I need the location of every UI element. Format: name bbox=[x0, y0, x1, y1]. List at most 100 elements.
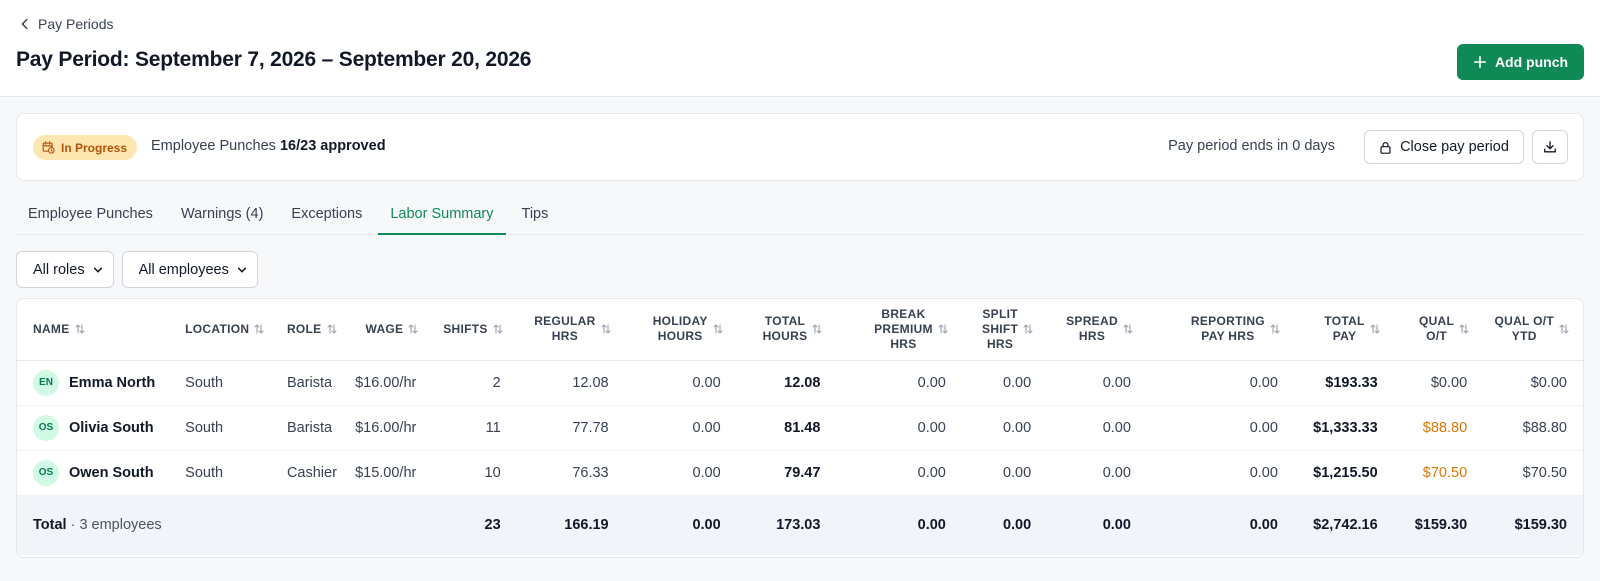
sort-icon[interactable] bbox=[713, 323, 723, 335]
sort-icon[interactable] bbox=[1123, 323, 1133, 335]
sort-icon[interactable] bbox=[812, 323, 822, 335]
column-header-break-premium-hrs[interactable]: Break Premium Hrs bbox=[836, 299, 962, 361]
back-link[interactable]: Pay Periods bbox=[18, 16, 113, 32]
chevron-down-icon bbox=[237, 267, 246, 272]
column-header-label: Regular Hrs bbox=[534, 314, 595, 344]
chevron-left-icon bbox=[21, 18, 28, 30]
total-pay-cell: $1,215.50 bbox=[1293, 450, 1394, 496]
sort-icon[interactable] bbox=[408, 323, 418, 335]
sort-icon[interactable] bbox=[74, 323, 85, 335]
sort-icon[interactable] bbox=[1270, 323, 1280, 335]
column-header-line: Hours bbox=[657, 329, 703, 344]
totals-shifts: 23 bbox=[432, 494, 517, 555]
column-header-regular-hrs[interactable]: Regular Hrs bbox=[516, 299, 625, 361]
sort-icon[interactable] bbox=[254, 323, 264, 335]
employee-name[interactable]: Emma North bbox=[69, 375, 155, 391]
pay-period-status-card: In Progress Employee Punches 16/23 appro… bbox=[16, 113, 1584, 181]
column-header-location[interactable]: Location bbox=[169, 299, 271, 361]
add-punch-button[interactable]: Add punch bbox=[1457, 44, 1584, 80]
column-header-split-shift-hrs[interactable]: Split Shift Hrs bbox=[961, 299, 1048, 361]
role-cell: Barista bbox=[270, 405, 341, 451]
column-header-reporting-pay-hrs[interactable]: Reporting Pay Hrs bbox=[1146, 299, 1294, 361]
regular-hrs-cell: 76.33 bbox=[516, 450, 625, 496]
column-header-label: Total Pay bbox=[1324, 314, 1364, 344]
sort-icon[interactable] bbox=[601, 323, 611, 335]
column-header-label: Reporting Pay Hrs bbox=[1191, 314, 1265, 344]
roles-filter-select[interactable]: All roles bbox=[16, 251, 114, 288]
table-body: EN Emma North South Barista $16.00/hr 2 12.08 0… bbox=[17, 360, 1583, 496]
tab-employee-punches[interactable]: Employee Punches bbox=[16, 199, 165, 235]
regular-hrs-cell: 12.08 bbox=[516, 360, 625, 406]
break-premium-hrs-cell: 0.00 bbox=[836, 360, 962, 406]
column-header-line: Hrs bbox=[890, 336, 917, 351]
employee-name-cell: OS Olivia South bbox=[17, 405, 170, 451]
column-header-qual-o-t[interactable]: Qual O/T bbox=[1393, 299, 1484, 361]
column-header-total-hours[interactable]: Total Hours bbox=[736, 299, 837, 361]
sort-icon[interactable] bbox=[1370, 323, 1380, 335]
table-row[interactable]: OS Owen South South Cashier $15.00/hr 10 76.33… bbox=[17, 450, 1583, 496]
total-hours-cell: 79.47 bbox=[736, 450, 837, 496]
sort-icon[interactable] bbox=[1459, 323, 1469, 335]
column-header-line: Wage bbox=[365, 321, 404, 336]
qual-ot-cell: $0.00 bbox=[1393, 360, 1484, 406]
totals-row: Total · 3 employees 23 166.19 0.00 173.0… bbox=[17, 494, 1583, 555]
break-premium-hrs-cell: 0.00 bbox=[836, 405, 962, 451]
totals-total-pay: $2,742.16 bbox=[1293, 494, 1394, 555]
column-header-total-pay[interactable]: Total Pay bbox=[1293, 299, 1394, 361]
tab-labor-summary[interactable]: Labor Summary bbox=[378, 199, 506, 235]
role-cell: Barista bbox=[270, 360, 341, 406]
column-header-spread-hrs[interactable]: Spread Hrs bbox=[1047, 299, 1147, 361]
column-header-holiday-hours[interactable]: Holiday Hours bbox=[624, 299, 737, 361]
column-header-wage[interactable]: Wage bbox=[340, 299, 433, 361]
sort-icon[interactable] bbox=[493, 323, 503, 335]
sort-icon[interactable] bbox=[326, 323, 337, 335]
sort-icon[interactable] bbox=[938, 323, 948, 335]
column-header-role[interactable]: Role bbox=[270, 299, 341, 361]
holiday-hours-cell: 0.00 bbox=[624, 450, 737, 496]
column-header-line: Break bbox=[881, 306, 926, 321]
status-badge-label: In Progress bbox=[61, 140, 128, 155]
column-header-line: Regular bbox=[534, 314, 596, 329]
totals-spread-hrs: 0.00 bbox=[1047, 494, 1147, 555]
tab-warnings-4[interactable]: Warnings (4) bbox=[169, 199, 275, 235]
split-shift-hrs-cell: 0.00 bbox=[961, 405, 1048, 451]
column-header-line: Holiday bbox=[652, 314, 708, 329]
total-pay-cell: $1,333.33 bbox=[1293, 405, 1394, 451]
shifts-cell: 2 bbox=[432, 360, 517, 406]
column-header-label: Shifts bbox=[443, 322, 487, 337]
sort-icon[interactable] bbox=[1559, 323, 1569, 335]
column-header-line: Hrs bbox=[1078, 329, 1106, 344]
table-row[interactable]: OS Olivia South South Barista $16.00/hr 11 77.… bbox=[17, 405, 1583, 451]
employee-name[interactable]: Olivia South bbox=[69, 420, 154, 436]
tab-bar: Employee Punches Warnings (4) Exceptions La… bbox=[16, 199, 1584, 235]
location-cell: South bbox=[169, 450, 271, 496]
column-header-line: Split bbox=[982, 306, 1018, 321]
qual-ot-ytd-cell: $0.00 bbox=[1483, 360, 1583, 406]
page-header: Pay Periods Pay Period: September 7, 202… bbox=[0, 0, 1600, 97]
column-header-shifts[interactable]: Shifts bbox=[432, 299, 517, 361]
download-button[interactable] bbox=[1532, 130, 1568, 164]
employee-name[interactable]: Owen South bbox=[69, 465, 154, 481]
tab-tips[interactable]: Tips bbox=[510, 199, 561, 235]
column-header-qual-o-t-ytd[interactable]: Qual O/T YTD bbox=[1483, 299, 1583, 361]
employees-filter-select[interactable]: All employees bbox=[121, 251, 258, 288]
wage-cell: $16.00/hr bbox=[340, 360, 433, 406]
employees-filter-value: All employees bbox=[138, 261, 229, 278]
spread-hrs-cell: 0.00 bbox=[1047, 405, 1147, 451]
column-header-line: Pay bbox=[1332, 329, 1357, 344]
column-header-name[interactable]: Name bbox=[17, 299, 170, 361]
sort-icon[interactable] bbox=[1023, 323, 1033, 335]
wage-cell: $15.00/hr bbox=[340, 450, 433, 496]
column-header-label: Qual O/T bbox=[1419, 314, 1454, 344]
filter-bar: All roles All employees bbox=[16, 251, 258, 288]
tab-exceptions[interactable]: Exceptions bbox=[279, 199, 374, 235]
close-pay-period-button[interactable]: Close pay period bbox=[1364, 130, 1524, 164]
totals-holiday-hours: 0.00 bbox=[624, 494, 737, 555]
total-hours-cell: 81.48 bbox=[736, 405, 837, 451]
column-header-label: Total Hours bbox=[763, 314, 808, 344]
avatar: OS bbox=[33, 414, 59, 441]
column-header-label: Qual O/T YTD bbox=[1494, 314, 1554, 344]
column-header-line: Hours bbox=[762, 329, 808, 344]
table-header-row: Name Location Role Wage Shifts Regular Hrs Holi… bbox=[17, 299, 1583, 361]
table-row[interactable]: EN Emma North South Barista $16.00/hr 2 12.08 0… bbox=[17, 360, 1583, 406]
